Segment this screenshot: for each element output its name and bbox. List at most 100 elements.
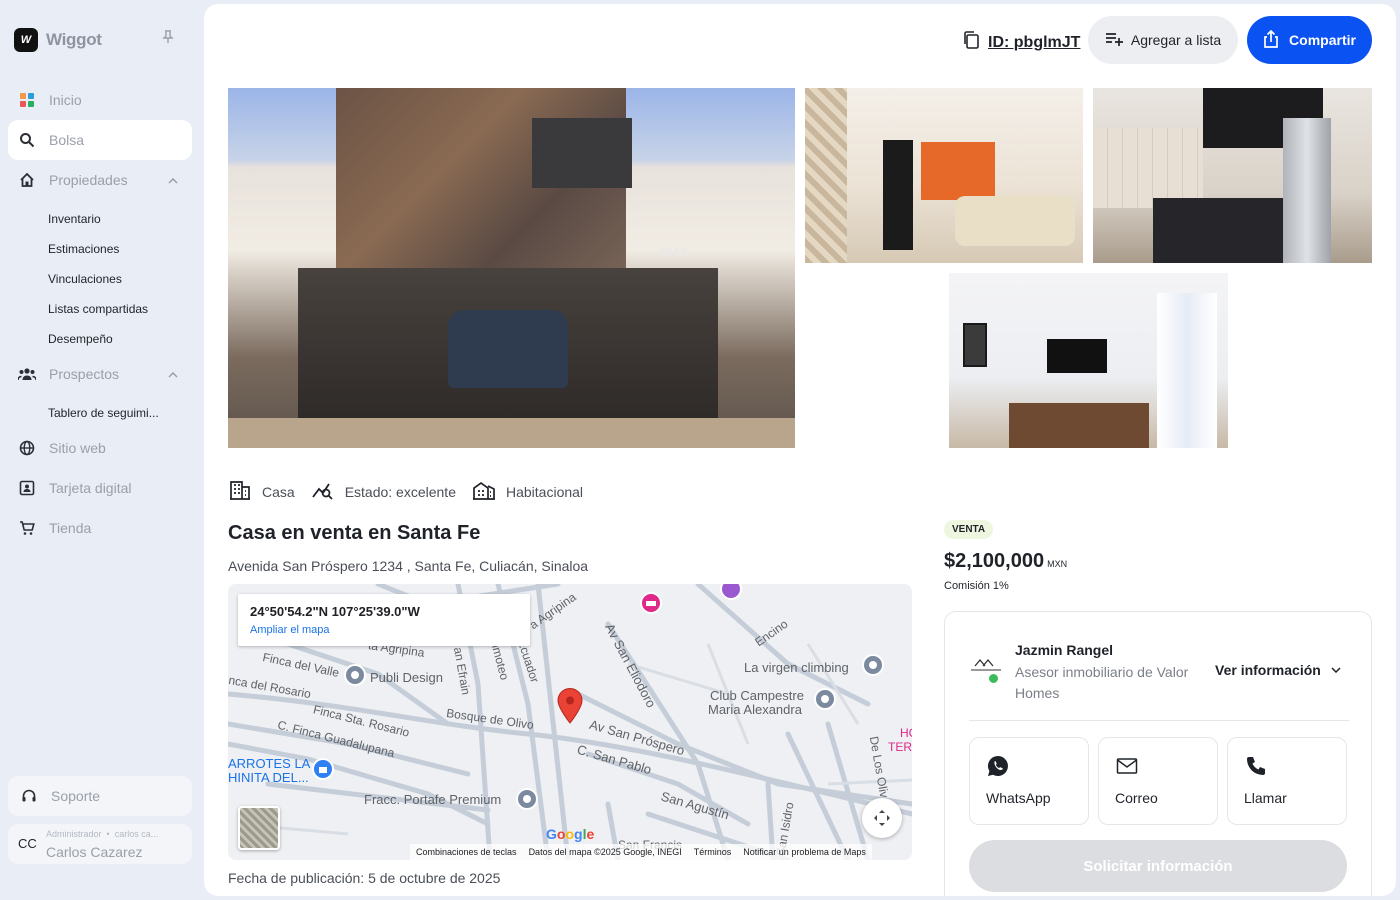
poi-pin-icon[interactable]	[516, 788, 538, 814]
sidebar-subitem-listas[interactable]: Listas compartidas	[48, 302, 148, 316]
playlist-add-icon	[1105, 32, 1123, 49]
email-button[interactable]: Correo	[1098, 737, 1218, 825]
verified-check-icon	[987, 672, 1000, 685]
sidebar-subitem-inventario[interactable]: Inventario	[48, 212, 101, 226]
globe-icon	[18, 439, 36, 457]
call-button[interactable]: Llamar	[1227, 737, 1347, 825]
page-title: Casa en venta en Santa Fe	[228, 522, 481, 544]
map-footer: Combinaciones de teclas Datos del mapa ©…	[410, 844, 872, 860]
avatar: CC	[18, 836, 37, 851]
sidebar-subitem-tablero[interactable]: Tablero de seguimi...	[48, 406, 159, 420]
user-name: Carlos Cazarez	[46, 844, 143, 860]
home-grid-icon	[18, 91, 36, 109]
agent-role: Asesor inmobiliario de Valor Homes	[1015, 664, 1189, 701]
chevron-up-icon	[168, 367, 178, 381]
kitchen-photo[interactable]	[1093, 88, 1372, 263]
map-coordinates: 24°50'54.2"N 107°25'39.0"W	[250, 604, 420, 619]
sidebar-item-tienda[interactable]: Tienda	[8, 508, 192, 548]
request-info-button[interactable]: Solicitar información	[969, 840, 1347, 892]
people-icon	[18, 365, 36, 383]
divider	[969, 720, 1349, 721]
property-id-label: ID: pbglmJT	[988, 33, 1081, 51]
google-logo: Google	[546, 826, 595, 842]
property-id[interactable]: ID: pbglmJT	[962, 30, 1080, 55]
search-icon	[18, 131, 36, 149]
fullscreen-icon	[874, 810, 890, 826]
share-button[interactable]: Compartir	[1247, 16, 1372, 64]
property-features: Casa Estado: excelente Habitacional	[228, 478, 599, 505]
hotel-pin-icon[interactable]	[640, 592, 662, 618]
feature-type: Casa	[228, 478, 295, 505]
whatsapp-button[interactable]: WhatsApp	[969, 737, 1089, 825]
expand-map-link[interactable]: Ampliar el mapa	[250, 624, 329, 636]
sidebar-item-propiedades[interactable]: Propiedades	[8, 160, 192, 200]
sidebar-item-sitio-web[interactable]: Sitio web	[8, 428, 192, 468]
house-number: 2842	[658, 244, 687, 259]
sidebar-subitem-vinculaciones[interactable]: Vinculaciones	[48, 272, 122, 286]
user-meta: Administrador • carlos ca...	[46, 829, 159, 839]
map-info-card: 24°50'54.2"N 107°25'39.0"W Ampliar el ma…	[238, 594, 530, 646]
dining-room-photo[interactable]	[949, 273, 1228, 448]
agent-name: Jazmin Rangel	[1015, 642, 1114, 658]
price: $2,100,000 MXN	[944, 550, 1068, 572]
sidebar-item-label: Bolsa	[49, 132, 85, 148]
brand[interactable]: W Wiggot	[14, 28, 102, 52]
sidebar-subitem-estimaciones[interactable]: Estimaciones	[48, 242, 119, 256]
sidebar-item-label: Tienda	[49, 520, 92, 536]
property-address: Avenida San Próspero 1234 , Santa Fe, Cu…	[228, 558, 589, 574]
residential-icon	[472, 478, 496, 505]
agent-more-info-button[interactable]: Ver información	[1215, 662, 1341, 678]
map-terms-link[interactable]: Términos	[694, 847, 732, 857]
poi-pin-icon[interactable]	[862, 654, 884, 680]
map-fullscreen-button[interactable]	[862, 798, 902, 838]
pin-icon[interactable]	[162, 30, 174, 47]
sidebar-item-label: Inicio	[49, 92, 82, 108]
whatsapp-icon	[988, 756, 1008, 776]
main-photo[interactable]: 2842	[228, 88, 795, 448]
share-icon	[1263, 29, 1279, 51]
publication-date: Fecha de publicación: 5 de octubre de 20…	[228, 870, 501, 886]
add-to-list-button[interactable]: Agregar a lista	[1088, 16, 1238, 64]
satellite-toggle[interactable]	[238, 806, 280, 850]
map-data-attribution: Datos del mapa ©2025 Google, INEGI	[528, 847, 682, 857]
headset-icon	[20, 787, 38, 805]
living-room-photo[interactable]	[805, 88, 1083, 263]
support-button[interactable]: Soporte	[8, 776, 192, 816]
map-shortcuts-link[interactable]: Combinaciones de teclas	[416, 847, 517, 857]
chevron-down-icon	[1331, 667, 1341, 673]
sidebar-item-label: Propiedades	[49, 172, 128, 188]
main-content: ID: pbglmJT Agregar a lista Compartir 28…	[204, 4, 1396, 896]
agent-card: Jazmin Rangel Asesor inmobiliario de Val…	[944, 611, 1372, 896]
building-icon	[228, 478, 252, 505]
chevron-up-icon	[168, 173, 178, 187]
shop-pin-icon[interactable]	[312, 758, 334, 784]
sidebar-item-label: Prospectos	[49, 366, 120, 382]
map-location-pin-icon[interactable]	[557, 688, 583, 724]
sidebar-item-label: Sitio web	[49, 440, 106, 456]
sidebar-item-tarjeta-digital[interactable]: Tarjeta digital	[8, 468, 192, 508]
sidebar-item-inicio[interactable]: Inicio	[8, 80, 192, 120]
commission: Comisión 1%	[944, 580, 1009, 592]
location-map[interactable]: Finca del Valle nca del Rosario Finca St…	[228, 584, 912, 860]
sidebar-item-prospectos[interactable]: Prospectos	[8, 354, 192, 394]
poi-pin-icon[interactable]	[814, 688, 836, 714]
house-icon	[18, 171, 36, 189]
status-badge: VENTA	[944, 520, 994, 539]
poi-pin-icon[interactable]	[720, 584, 742, 604]
user-profile[interactable]: CC Administrador • carlos ca... Carlos C…	[8, 824, 192, 864]
sidebar: W Wiggot Inicio Bolsa Propiedades Invent…	[0, 0, 200, 900]
copy-icon[interactable]	[962, 30, 980, 55]
brand-logo: W	[14, 28, 38, 52]
mail-icon	[1116, 758, 1138, 774]
sidebar-item-bolsa[interactable]: Bolsa	[8, 120, 192, 160]
share-label: Compartir	[1289, 32, 1356, 48]
sidebar-subitem-desempeno[interactable]: Desempeño	[48, 332, 113, 346]
phone-icon	[1247, 757, 1265, 775]
id-card-icon	[18, 479, 36, 497]
poi-pin-icon[interactable]	[344, 664, 366, 690]
add-to-list-label: Agregar a lista	[1130, 32, 1222, 48]
map-report-link[interactable]: Notificar un problema de Maps	[743, 847, 866, 857]
sidebar-item-label: Tarjeta digital	[49, 480, 132, 496]
feature-use: Habitacional	[472, 478, 583, 505]
cart-icon	[18, 519, 36, 537]
